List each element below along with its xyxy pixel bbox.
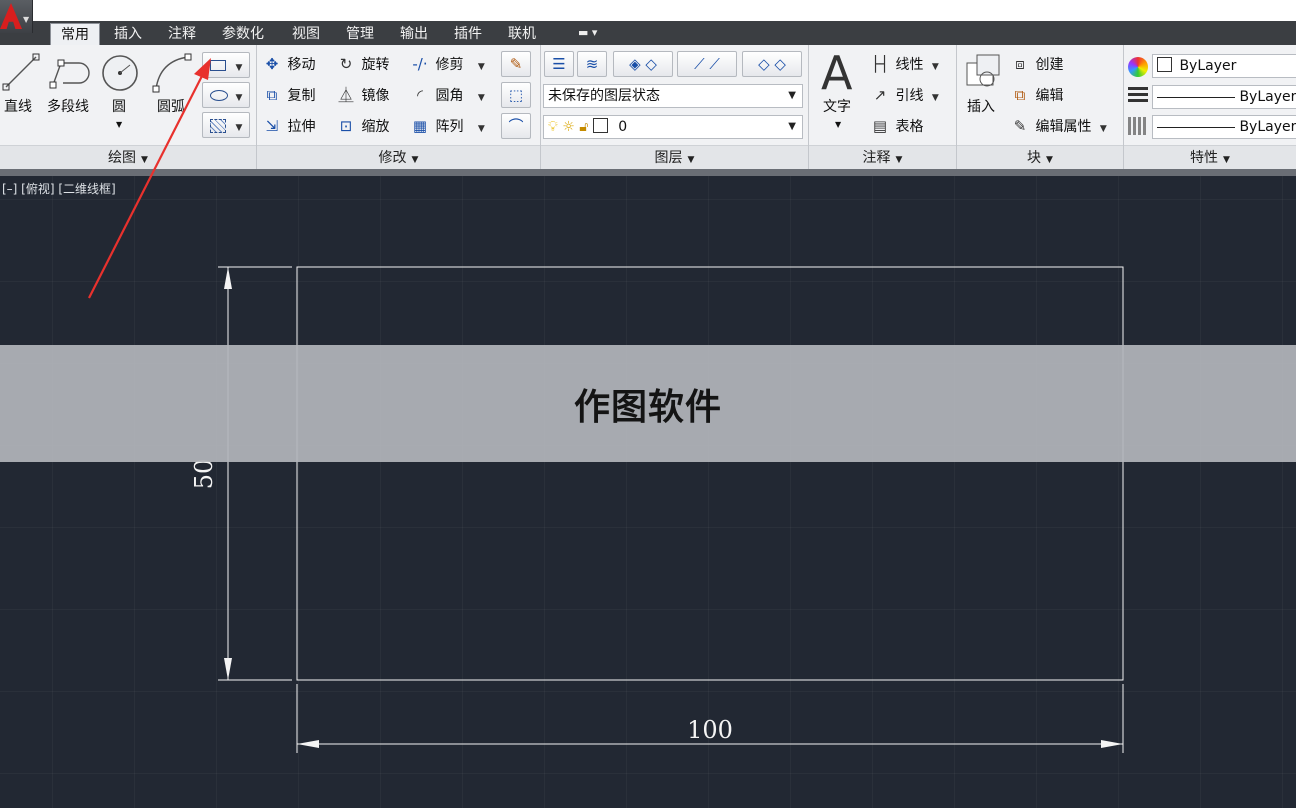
application-menu-button[interactable]: ▼ <box>0 0 33 33</box>
arrowhead-icon <box>194 58 211 80</box>
annotation-overlay <box>88 58 211 299</box>
chevron-down-icon: ▼ <box>23 15 30 24</box>
red-arrow-icon <box>88 71 205 299</box>
autocad-logo-icon <box>0 3 22 29</box>
